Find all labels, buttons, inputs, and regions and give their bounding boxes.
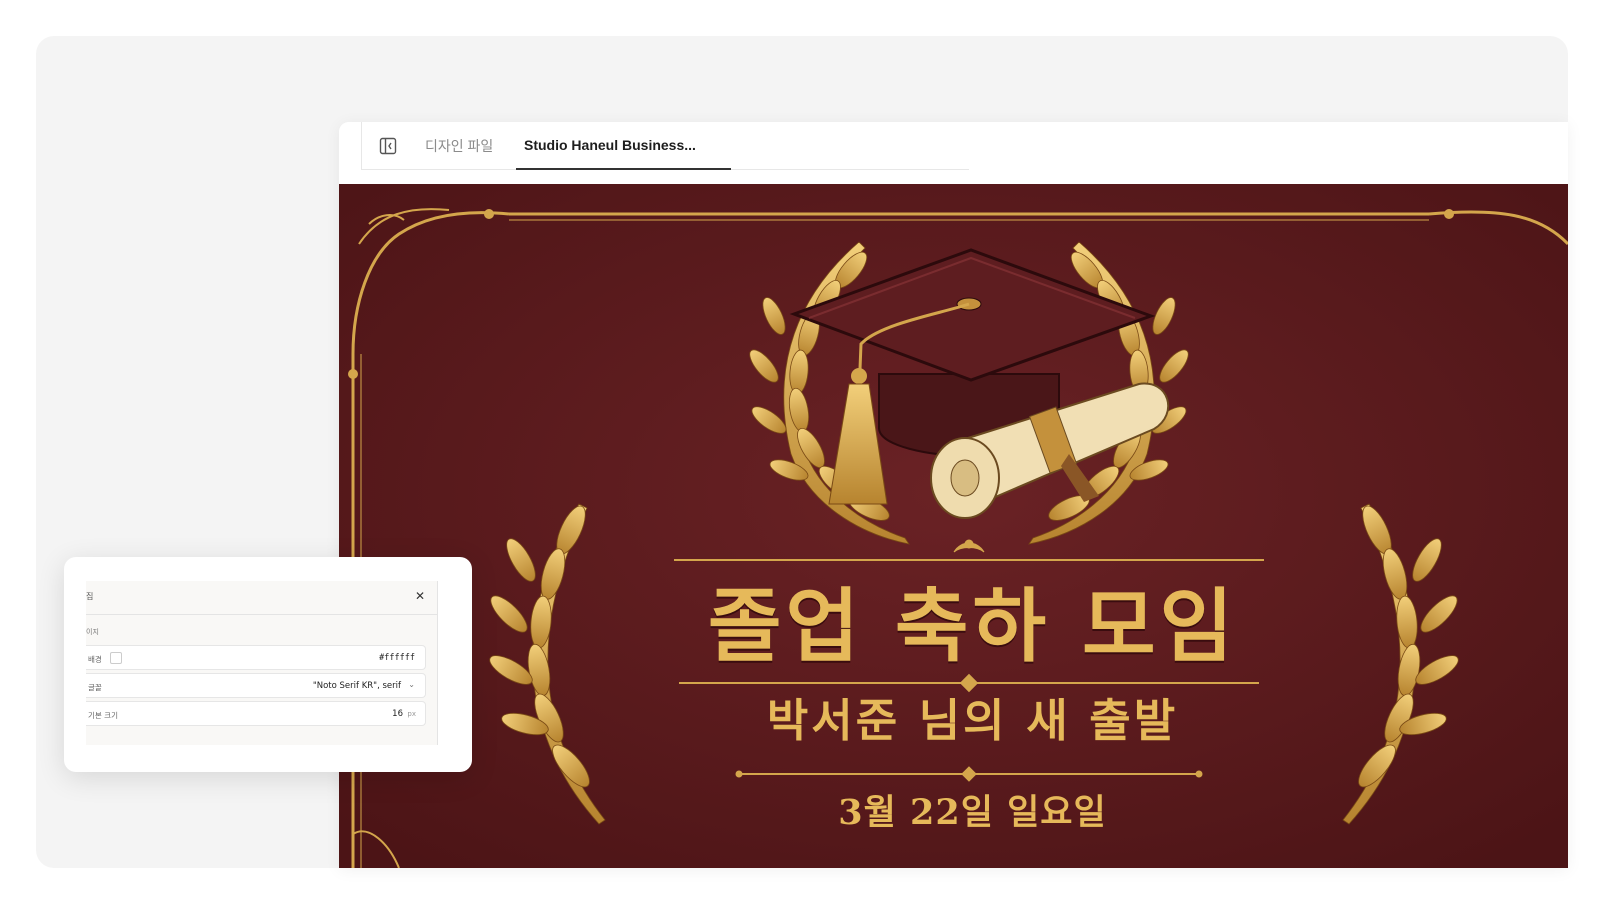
background-color-value[interactable]: #ffffff [379,653,415,663]
app-window: 디자인 파일 Studio Haneul Business... 졸업 축하 모… [339,122,1568,868]
settings-panel: 집 ✕ 이지 배경 #ffffff 글꼴 "Noto Serif KR", se… [64,557,472,772]
font-family-label: 글꼴 [88,683,102,692]
chevron-down-icon[interactable]: ⌄ [408,680,415,689]
background-color-field[interactable]: 배경 #ffffff [86,645,426,670]
tab-studio-haneul[interactable]: Studio Haneul Business... [516,122,731,170]
poster-date: 3월 22일 일요일 [838,792,1107,833]
background-color-label: 배경 [88,655,102,664]
tab-strip: 디자인 파일 Studio Haneul Business... [361,122,969,170]
poster-subtitle: 박서준 님의 새 출발 [766,694,1179,747]
font-family-value[interactable]: "Noto Serif KR", serif [313,681,401,691]
settings-panel-title: 집 [86,592,94,601]
base-size-value[interactable]: 16 [392,709,403,719]
tab-bar: 디자인 파일 Studio Haneul Business... [339,122,1568,184]
poster-artwork [339,184,1568,868]
sidebar-collapse-icon[interactable] [378,136,398,156]
font-family-select[interactable]: 글꼴 "Noto Serif KR", serif ⌄ [86,673,426,698]
poster-canvas[interactable]: 졸업 축하 모임 박서준 님의 새 출발 3월 22일 일요일 [339,184,1568,868]
base-size-field[interactable]: 기본 크기 16 px [86,701,426,726]
base-size-unit: px [407,710,416,718]
section-label-page: 이지 [86,628,99,636]
close-icon[interactable]: ✕ [415,589,425,603]
color-swatch[interactable] [110,652,122,664]
settings-panel-body: 집 ✕ 이지 배경 #ffffff 글꼴 "Noto Serif KR", se… [86,581,438,745]
settings-panel-header: 집 ✕ [86,581,437,615]
tab-design-files[interactable]: 디자인 파일 [417,122,501,170]
poster-title: 졸업 축하 모임 [707,579,1238,673]
base-size-label: 기본 크기 [88,711,118,720]
